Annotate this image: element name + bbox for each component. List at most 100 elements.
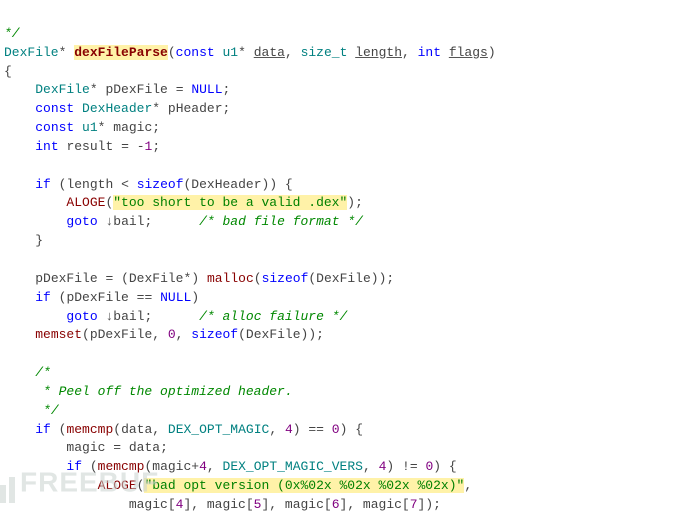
code-block: */ DexFile* dexFileParse(const u1* data,… — [0, 0, 690, 515]
op: = — [105, 271, 113, 286]
var: pDexFile — [35, 271, 97, 286]
null: NULL — [160, 290, 191, 305]
text: ); — [347, 195, 363, 210]
op: - — [137, 139, 145, 154]
paren: ) — [191, 290, 199, 305]
param: length — [355, 45, 402, 60]
op: != — [402, 459, 418, 474]
type: u1 — [223, 45, 239, 60]
text: ) — [191, 271, 199, 286]
null: NULL — [191, 82, 222, 97]
keyword: if — [66, 459, 82, 474]
var: result — [66, 139, 113, 154]
semi: ; — [223, 82, 231, 97]
text: ], magic[ — [183, 497, 253, 512]
call: ALOGE — [98, 478, 137, 493]
label: bail; — [113, 309, 152, 324]
call: ALOGE — [66, 195, 105, 210]
op: == — [308, 422, 324, 437]
param: data — [254, 45, 285, 60]
star: * — [152, 101, 160, 116]
var: magic — [113, 120, 152, 135]
brace: } — [35, 233, 43, 248]
text: data; — [129, 440, 168, 455]
num: 4 — [285, 422, 293, 437]
text: (pDexFile — [59, 290, 129, 305]
semi: ; — [223, 101, 231, 116]
text: ]); — [418, 497, 441, 512]
num: 6 — [332, 497, 340, 512]
text: (pDexFile, — [82, 327, 160, 342]
text: ], magic[ — [340, 497, 410, 512]
string: "too short to be a valid .dex" — [113, 195, 347, 210]
type: size_t — [301, 45, 348, 60]
num: 7 — [410, 497, 418, 512]
op: = — [176, 82, 184, 97]
paren: ( — [90, 459, 98, 474]
text: ) { — [340, 422, 363, 437]
text: (DexFile — [121, 271, 183, 286]
sizeof: sizeof — [191, 327, 238, 342]
type: DexHeader — [82, 101, 152, 116]
paren: ) — [293, 422, 301, 437]
text: magic[ — [129, 497, 176, 512]
text: (DexFile)); — [308, 271, 394, 286]
comma: , — [207, 459, 215, 474]
keyword: if — [35, 422, 51, 437]
paren: ( — [254, 271, 262, 286]
keyword: int — [418, 45, 441, 60]
comment: /* alloc failure */ — [199, 309, 347, 324]
star: * — [90, 82, 98, 97]
keyword: const — [35, 120, 74, 135]
keyword: goto — [66, 309, 97, 324]
paren: ) — [386, 459, 394, 474]
call: memset — [35, 327, 82, 342]
op: = — [113, 440, 121, 455]
comma: , — [269, 422, 277, 437]
sizeof: sizeof — [137, 177, 184, 192]
text: ], magic[ — [261, 497, 331, 512]
text: (length — [59, 177, 114, 192]
macro: DEX_OPT_MAGIC_VERS — [223, 459, 363, 474]
semi: ; — [152, 139, 160, 154]
op: = — [121, 139, 129, 154]
comment: */ — [35, 403, 58, 418]
type: u1 — [82, 120, 98, 135]
label: bail; — [113, 214, 152, 229]
comment: /* bad file format */ — [199, 214, 363, 229]
comment: */ — [4, 26, 20, 41]
text: (DexHeader)) { — [184, 177, 293, 192]
call: malloc — [207, 271, 254, 286]
text: (DexFile)); — [238, 327, 324, 342]
param: flags — [449, 45, 488, 60]
call: memcmp — [66, 422, 113, 437]
keyword: if — [35, 290, 51, 305]
keyword: const — [176, 45, 215, 60]
text: (data, — [113, 422, 160, 437]
comment: /* — [35, 365, 51, 380]
keyword: const — [35, 101, 74, 116]
text: (magic+ — [144, 459, 199, 474]
comma: , — [363, 459, 371, 474]
op: == — [137, 290, 153, 305]
comment: * Peel off the optimized header. — [35, 384, 292, 399]
sizeof: sizeof — [262, 271, 309, 286]
string: "bad opt version (0x%02x %02x %02x %02x)… — [144, 478, 464, 493]
call: memcmp — [98, 459, 145, 474]
function-name: dexFileParse — [74, 45, 168, 60]
text: ) { — [433, 459, 456, 474]
var: pHeader — [168, 101, 223, 116]
num: 4 — [199, 459, 207, 474]
star: * — [238, 45, 246, 60]
star: * — [98, 120, 106, 135]
var: magic — [66, 440, 105, 455]
type: DexFile — [4, 45, 59, 60]
star: * — [59, 45, 67, 60]
type: DexFile — [35, 82, 90, 97]
macro: DEX_OPT_MAGIC — [168, 422, 269, 437]
comma: , — [176, 327, 184, 342]
comma: , — [464, 478, 472, 493]
semi: ; — [152, 120, 160, 135]
var: pDexFile — [105, 82, 167, 97]
num: 0 — [332, 422, 340, 437]
